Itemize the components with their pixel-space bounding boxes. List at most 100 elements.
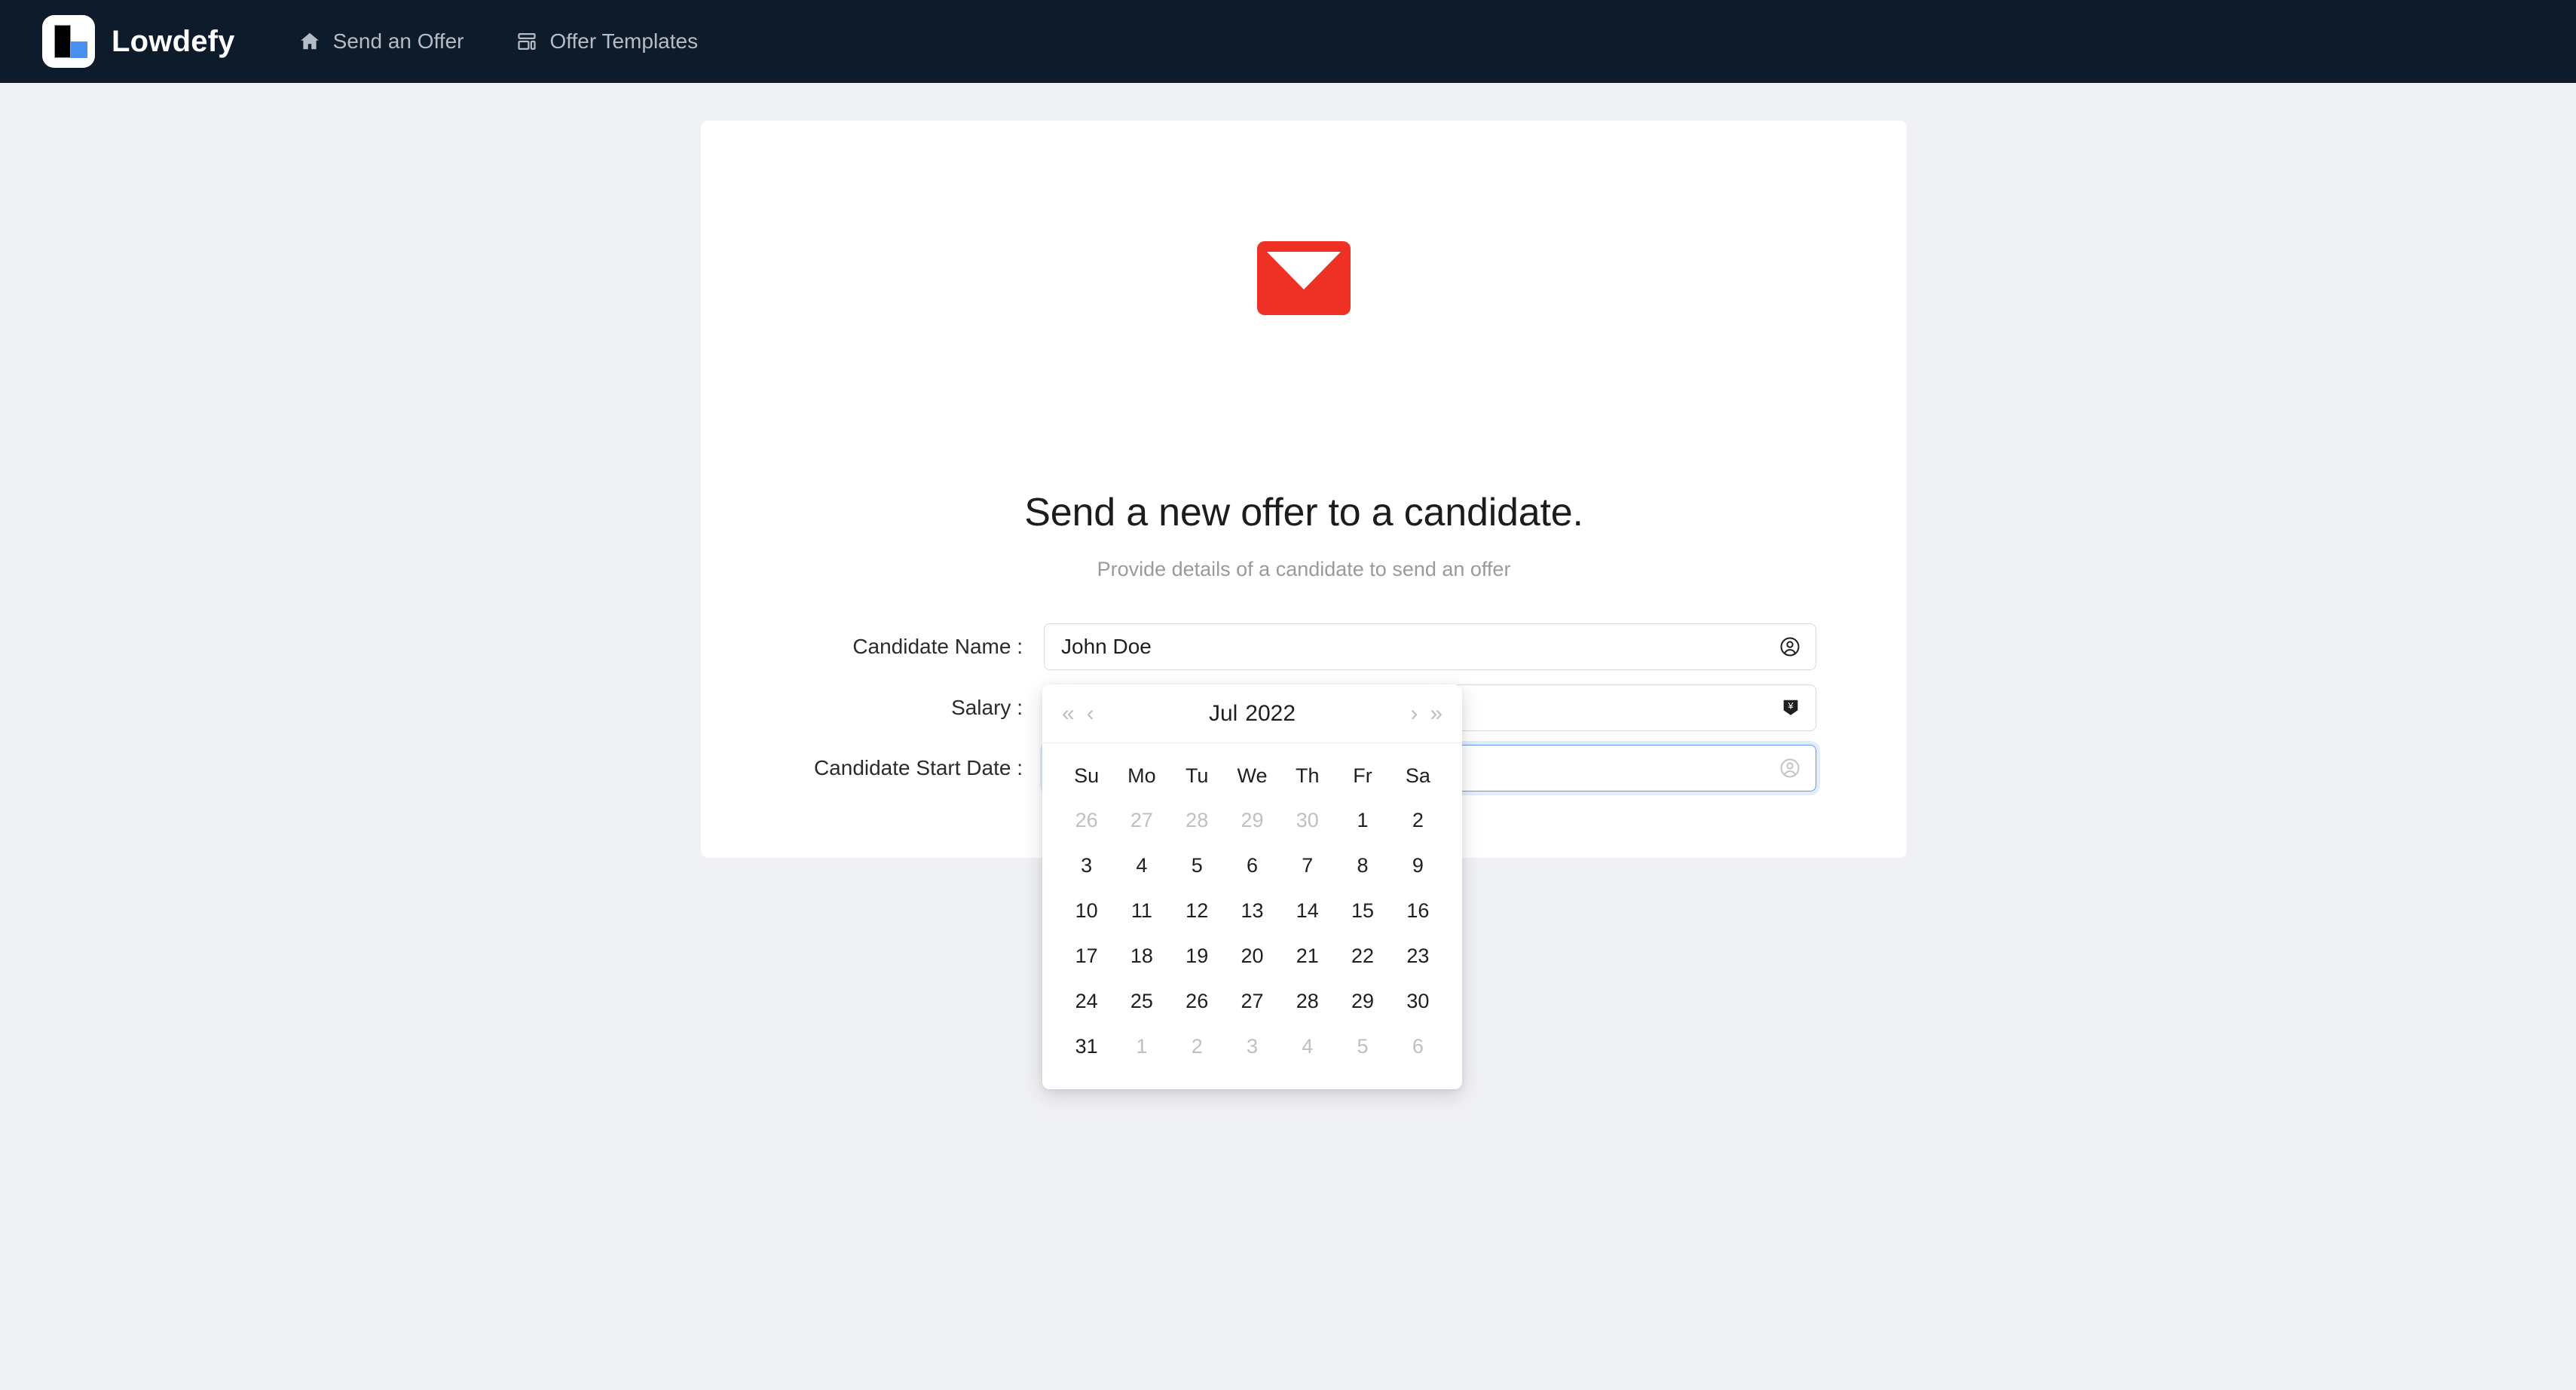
calendar-day-cell[interactable]: 7 (1280, 843, 1335, 888)
calendar-day-cell[interactable]: 13 (1225, 888, 1280, 933)
calendar-day-cell[interactable]: 31 (1059, 1024, 1114, 1069)
calendar-day-label: 30 (1406, 989, 1430, 1012)
calendar-day-cell[interactable]: 10 (1059, 888, 1114, 933)
nav-item-label: Offer Templates (549, 29, 699, 53)
calendar-day-cell[interactable]: 6 (1225, 843, 1280, 888)
calendar-day-cell[interactable]: 2 (1390, 798, 1446, 843)
date-picker-title: Jul 2022 (1042, 701, 1462, 727)
layout-template-icon (516, 31, 537, 52)
calendar-day-cell[interactable]: 15 (1335, 888, 1390, 933)
brand-logo[interactable]: Lowdefy (42, 15, 235, 68)
next-month-button[interactable]: › (1410, 702, 1418, 725)
calendar-day-cell[interactable]: 8 (1335, 843, 1390, 888)
next-year-button[interactable]: » (1430, 702, 1442, 725)
date-picker-month[interactable]: Jul (1209, 701, 1238, 726)
brand-name: Lowdefy (112, 24, 235, 58)
date-picker-header: « ‹ Jul 2022 › » (1042, 684, 1462, 743)
calendar-day-label: 5 (1191, 853, 1203, 877)
calendar-day-label: 29 (1241, 808, 1264, 831)
calendar-day-label: 23 (1406, 944, 1430, 967)
calendar-day-cell[interactable]: 21 (1280, 933, 1335, 978)
calendar-day-cell[interactable]: 25 (1114, 978, 1169, 1024)
calendar-day-label: 22 (1351, 944, 1375, 967)
calendar-day-cell[interactable]: 27 (1225, 978, 1280, 1024)
calendar-day-label: 1 (1357, 808, 1369, 831)
calendar-day-label: 4 (1302, 1034, 1314, 1058)
calendar-day-cell[interactable]: 28 (1170, 798, 1225, 843)
calendar-day-cell[interactable]: 27 (1114, 798, 1169, 843)
calendar-day-cell[interactable]: 24 (1059, 978, 1114, 1024)
calendar-day-label: 10 (1075, 899, 1098, 922)
calendar-day-label: 13 (1241, 899, 1264, 922)
calendar-day-label: 27 (1241, 989, 1264, 1012)
envelope-flap (1267, 252, 1341, 289)
calendar-day-cell[interactable]: 17 (1059, 933, 1114, 978)
calendar-weekday-tu: Tu (1185, 764, 1209, 787)
form-row-candidate-name: Candidate Name : (701, 623, 1907, 670)
calendar-day-cell[interactable]: 26 (1170, 978, 1225, 1024)
prev-month-button[interactable]: ‹ (1087, 702, 1094, 725)
date-picker-body: Su Mo Tu We Th Fr Sa 26 27 28 29 30 1 2 3 4 5 6 7 8 9 10 11 12… (1042, 743, 1462, 1085)
nav-item-offer-templates[interactable]: Offer Templates (516, 29, 698, 54)
nav-item-label: Send an Offer (332, 29, 464, 53)
calendar-day-cell[interactable]: 28 (1280, 978, 1335, 1024)
calendar-day-cell[interactable]: 12 (1170, 888, 1225, 933)
calendar-day-label: 2 (1412, 808, 1424, 831)
calendar-day-cell[interactable]: 5 (1170, 843, 1225, 888)
calendar-day-label: 6 (1412, 1034, 1424, 1058)
calendar-day-cell[interactable]: 30 (1280, 798, 1335, 843)
lowdefy-logo-icon (42, 15, 95, 68)
calendar-day-cell[interactable]: 5 (1335, 1024, 1390, 1069)
calendar-day-label: 4 (1136, 853, 1148, 877)
calendar-weekday-th: Th (1296, 764, 1320, 787)
calendar-day-cell[interactable]: 30 (1390, 978, 1446, 1024)
calendar-day-cell[interactable]: 23 (1390, 933, 1446, 978)
calendar-day-cell[interactable]: 1 (1335, 798, 1390, 843)
calendar-day-cell[interactable]: 14 (1280, 888, 1335, 933)
calendar-day-label: 30 (1296, 808, 1319, 831)
calendar-day-cell[interactable]: 29 (1335, 978, 1390, 1024)
calendar-day-cell[interactable]: 1 (1114, 1024, 1169, 1069)
salary-label: Salary : (951, 696, 1023, 719)
calendar-day-cell[interactable]: 11 (1114, 888, 1169, 933)
prev-year-button[interactable]: « (1062, 702, 1075, 725)
calendar-day-cell[interactable]: 6 (1390, 1024, 1446, 1069)
calendar-day-cell[interactable]: 29 (1225, 798, 1280, 843)
calendar-week-row: 31 1 2 3 4 5 6 (1059, 1024, 1446, 1069)
calendar-day-cell[interactable]: 20 (1225, 933, 1280, 978)
calendar-day-label: 26 (1186, 989, 1209, 1012)
candidate-name-label: Candidate Name : (852, 635, 1023, 658)
calendar-day-cell[interactable]: 26 (1059, 798, 1114, 843)
nav-item-send-an-offer[interactable]: Send an Offer (298, 29, 464, 54)
calendar-day-cell[interactable]: 16 (1390, 888, 1446, 933)
calendar-week-row: 10 11 12 13 14 15 16 (1059, 888, 1446, 933)
calendar-day-cell[interactable]: 4 (1114, 843, 1169, 888)
calendar-day-label: 6 (1246, 853, 1258, 877)
calendar-day-label: 14 (1296, 899, 1319, 922)
calendar-day-cell[interactable]: 2 (1170, 1024, 1225, 1069)
calendar-day-cell[interactable]: 18 (1114, 933, 1169, 978)
calendar-week-row: 17 18 19 20 21 22 23 (1059, 933, 1446, 978)
calendar-day-label: 26 (1075, 808, 1098, 831)
date-picker-panel: « ‹ Jul 2022 › » Su Mo Tu We Th Fr Sa 26 27 28 29 3… (1042, 684, 1462, 1089)
calendar-day-cell[interactable]: 4 (1280, 1024, 1335, 1069)
calendar-day-label: 19 (1186, 944, 1209, 967)
calendar-day-label: 24 (1075, 989, 1098, 1012)
calendar-week-row: 26 27 28 29 30 1 2 (1059, 798, 1446, 843)
calendar-day-cell[interactable]: 3 (1059, 843, 1114, 888)
date-picker-year[interactable]: 2022 (1245, 701, 1296, 726)
calendar-day-cell[interactable]: 22 (1335, 933, 1390, 978)
calendar-day-label: 31 (1075, 1034, 1098, 1058)
calendar-day-cell[interactable]: 9 (1390, 843, 1446, 888)
calendar-day-label: 15 (1351, 899, 1375, 922)
calendar-weekday-mo: Mo (1127, 764, 1156, 787)
calendar-weekday-row: Su Mo Tu We Th Fr Sa (1059, 754, 1446, 798)
calendar-day-cell[interactable]: 19 (1170, 933, 1225, 978)
calendar-day-cell[interactable]: 3 (1225, 1024, 1280, 1069)
calendar-day-label: 12 (1186, 899, 1209, 922)
calendar-weekday-su: Su (1074, 764, 1100, 787)
calendar-weekday-sa: Sa (1405, 764, 1430, 787)
candidate-name-input[interactable] (1044, 623, 1816, 670)
calendar-weeks: 26 27 28 29 30 1 2 3 4 5 6 7 8 9 10 11 12 13 14 15 16 17 18 19 2… (1059, 798, 1446, 1069)
calendar-day-label: 3 (1081, 853, 1093, 877)
